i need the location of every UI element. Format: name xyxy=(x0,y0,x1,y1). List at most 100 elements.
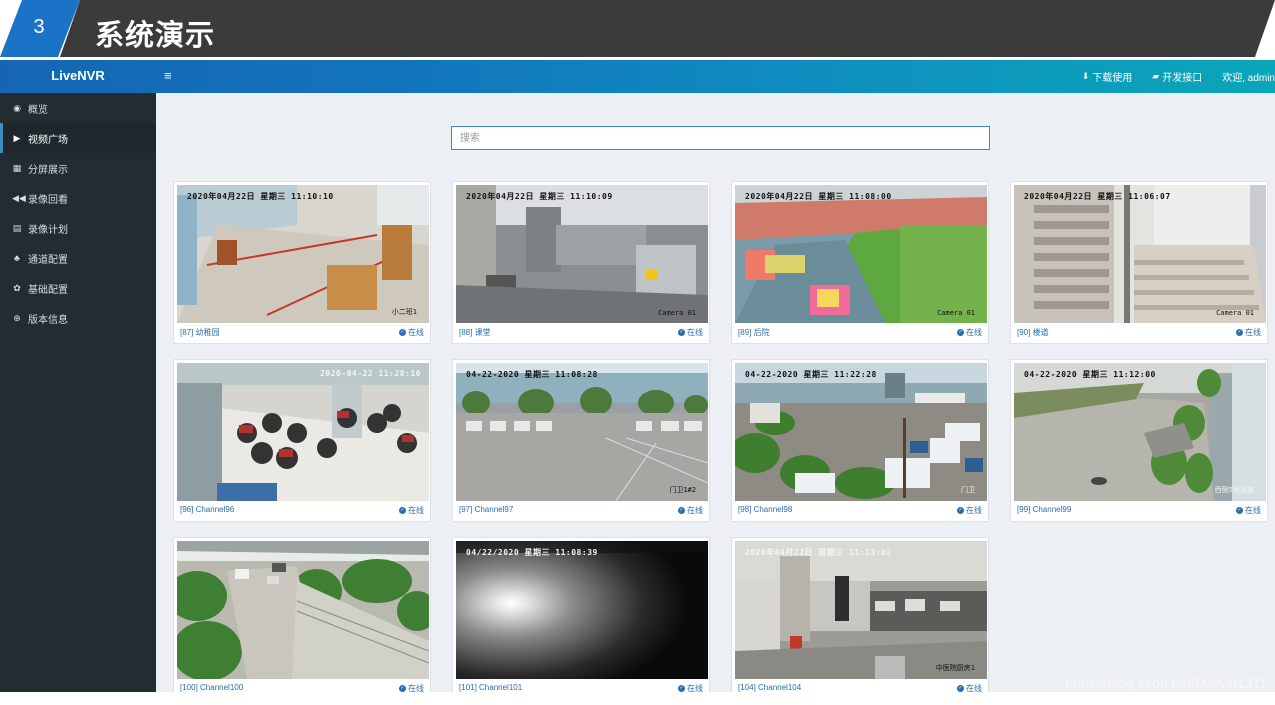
slide-title: 系统演示 xyxy=(95,20,216,52)
channel-card[interactable]: [100] Channel100 ✓ 在线 xyxy=(173,537,431,693)
channel-snapshot[interactable]: 2020-04-22 11:28:10 xyxy=(177,363,429,501)
sidebar-item-label: 版本信息 xyxy=(28,314,68,326)
channel-name[interactable]: [98] Channel98 xyxy=(738,505,792,514)
app-logo[interactable]: LiveNVR xyxy=(0,60,156,93)
snapshot-image xyxy=(735,541,987,679)
channel-card[interactable]: 2020-04-22 11:28:10 [96] Channel96 ✓ 在线 xyxy=(173,359,431,522)
channel-snapshot[interactable]: 2020年04月22日 星期三 11:06:07 Camera 01 xyxy=(1014,185,1266,323)
channel-name[interactable]: [104] Channel104 xyxy=(738,683,801,692)
snapshot-timestamp: 04-22-2020 星期三 11:22:28 xyxy=(745,370,877,379)
status-badge: ✓ 在线 xyxy=(1236,327,1261,338)
check-circle-icon: ✓ xyxy=(678,685,685,692)
status-label: 在线 xyxy=(687,506,703,515)
status-label: 在线 xyxy=(966,328,982,337)
channel-snapshot[interactable]: 04-22-2020 星期三 11:22:28 门卫 xyxy=(735,363,987,501)
snapshot-timestamp: 2020年04月22日 星期三 11:10:09 xyxy=(466,192,613,201)
hamburger-menu-icon[interactable]: ≡ xyxy=(164,67,178,85)
snapshot-timestamp: 2020年04月22日 星期三 11:10:10 xyxy=(187,192,334,201)
sidebar-item-label: 录像计划 xyxy=(28,224,68,236)
status-label: 在线 xyxy=(687,328,703,337)
snapshot-camera-label: 门卫 xyxy=(961,486,975,494)
status-badge: ✓ 在线 xyxy=(399,505,424,516)
channel-name[interactable]: [87] 幼稚园 xyxy=(180,327,220,338)
sidebar-item-basic-config[interactable]: ✿ 基础配置 xyxy=(0,273,156,303)
sidebar-item-label: 录像回看 xyxy=(28,194,68,206)
channel-card[interactable]: 2020年04月22日 星期三 11:08:00 Camera 01 [89] 后院… xyxy=(731,181,989,344)
sidebar-item-label: 分屏展示 xyxy=(28,164,68,176)
check-circle-icon: ✓ xyxy=(1236,507,1243,514)
check-circle-icon: ✓ xyxy=(399,685,406,692)
sidebar-item-split-screen[interactable]: ▦ 分屏展示 xyxy=(0,153,156,183)
download-link-label: 下载使用 xyxy=(1092,73,1133,84)
check-circle-icon: ✓ xyxy=(957,329,964,336)
lifebuoy-icon: ⊕ xyxy=(13,312,21,323)
main-content: 2020年04月22日 星期三 11:10:10小二班1[87] 幼稚园✓在线2… xyxy=(156,93,1275,693)
channel-name[interactable]: [96] Channel96 xyxy=(180,505,234,514)
channel-name[interactable]: [90] 楼道 xyxy=(1017,327,1049,338)
sidebar-item-overview[interactable]: ◉ 概览 xyxy=(0,93,156,123)
snapshot-camera-label: 中医院厨房1 xyxy=(935,664,975,672)
channel-name[interactable]: [89] 后院 xyxy=(738,327,770,338)
download-link[interactable]: ⬇ 下载使用 xyxy=(1082,69,1133,84)
channel-snapshot[interactable]: 2020年04月22日 星期三 11:10:09 Camera 01 xyxy=(456,185,708,323)
watermark: https://blog.csdn.net/Marvin1311 xyxy=(1065,675,1267,691)
snapshot-image xyxy=(1014,185,1266,323)
bottom-strip xyxy=(0,692,1275,705)
channel-card[interactable]: 04-22-2020 星期三 11:08:28 门卫1#2 [97] Channel… xyxy=(452,359,710,522)
status-badge: ✓ 在线 xyxy=(957,505,982,516)
download-icon: ⬇ xyxy=(1081,71,1090,81)
channel-snapshot[interactable]: 04/22/2020 星期三 11:08:39 xyxy=(456,541,708,679)
channel-snapshot[interactable]: 04-22-2020 星期三 11:08:28 门卫1#2 xyxy=(456,363,708,501)
sitemap-icon: ♣ xyxy=(14,253,20,263)
sidebar-item-channel-config[interactable]: ♣ 通道配置 xyxy=(0,243,156,273)
channel-card[interactable]: 04/22/2020 星期三 11:08:39 [101] Channel101 ✓… xyxy=(452,537,710,693)
sidebar-item-version[interactable]: ⊕ 版本信息 xyxy=(0,303,156,333)
channel-snapshot[interactable]: 2020年04月22日 星期三 11:08:00 Camera 01 xyxy=(735,185,987,323)
slide-title-bar xyxy=(60,0,1275,57)
snapshot-timestamp: 04-22-2020 星期三 11:08:28 xyxy=(466,370,598,379)
play-icon: ▶ xyxy=(13,132,21,143)
sidebar-item-label: 概览 xyxy=(28,104,48,116)
snapshot-camera-label: 小二班1 xyxy=(391,308,417,316)
snapshot-image xyxy=(735,185,987,323)
channel-snapshot[interactable] xyxy=(177,541,429,679)
channel-name[interactable]: [97] Channel97 xyxy=(459,505,513,514)
channel-card[interactable]: 2020年04月22日 星期三 11:06:07 Camera 01 [90] 楼道… xyxy=(1010,181,1268,344)
dev-api-link[interactable]: ▰ 开发接口 xyxy=(1152,69,1202,84)
status-label: 在线 xyxy=(1245,506,1261,515)
channel-name[interactable]: [100] Channel100 xyxy=(180,683,243,692)
channel-name[interactable]: [99] Channel99 xyxy=(1017,505,1071,514)
sidebar-item-video-square[interactable]: ▶ 视频广场 xyxy=(0,123,156,153)
channel-name[interactable]: [101] Channel101 xyxy=(459,683,522,692)
gear-icon: ✿ xyxy=(13,282,21,293)
snapshot-camera-label: Camera 01 xyxy=(937,309,975,317)
snapshot-timestamp: 04-22-2020 星期三 11:12:00 xyxy=(1024,370,1156,379)
snapshot-image xyxy=(456,185,708,323)
snapshot-camera-label: Camera 01 xyxy=(658,309,696,317)
status-label: 在线 xyxy=(408,506,424,515)
channel-snapshot[interactable]: 2020年04月22日 星期三 11:13:02 中医院厨房1 xyxy=(735,541,987,679)
snapshot-image xyxy=(456,541,708,679)
search-input[interactable] xyxy=(451,126,990,150)
channel-card[interactable]: 04-22-2020 星期三 11:22:28 门卫 [98] Channel98 ✓… xyxy=(731,359,989,522)
app-header: LiveNVR ≡ ⬇ 下载使用 ▰ 开发接口 欢迎, admin xyxy=(0,60,1275,93)
sidebar-item-playback[interactable]: ◀◀ 录像回看 xyxy=(0,183,156,213)
user-menu[interactable]: 欢迎, admin xyxy=(1222,69,1275,84)
channel-snapshot[interactable]: 2020年04月22日 星期三 11:10:10 小二班1 xyxy=(177,185,429,323)
snapshot-timestamp: 2020年04月22日 星期三 11:06:07 xyxy=(1024,192,1171,201)
snapshot-camera-label: 门卫1#2 xyxy=(669,486,696,494)
status-badge: ✓ 在线 xyxy=(957,327,982,338)
calendar-icon: ▤ xyxy=(12,222,22,233)
snapshot-image xyxy=(177,541,429,679)
channel-card[interactable]: 04-22-2020 星期三 11:12:00 西侧5号通道 [99] Channe… xyxy=(1010,359,1268,522)
snapshot-timestamp: 2020年04月22日 星期三 11:08:00 xyxy=(745,192,892,201)
channel-card[interactable]: 2020年04月22日 星期三 11:10:09 Camera 01 [88] 课堂… xyxy=(452,181,710,344)
channel-snapshot[interactable]: 04-22-2020 星期三 11:12:00 西侧5号通道 xyxy=(1014,363,1266,501)
check-circle-icon: ✓ xyxy=(678,507,685,514)
sidebar-item-label: 基础配置 xyxy=(28,284,68,296)
channel-name[interactable]: [88] 课堂 xyxy=(459,327,491,338)
channel-card[interactable]: 2020年04月22日 星期三 11:10:10 小二班1 [87] 幼稚园 ✓ 在线 xyxy=(173,181,431,344)
sidebar-item-record-plan[interactable]: ▤ 录像计划 xyxy=(0,213,156,243)
channel-card[interactable]: 2020年04月22日 星期三 11:13:02 中医院厨房1 [104] Chan… xyxy=(731,537,989,693)
check-circle-icon: ✓ xyxy=(1236,329,1243,336)
